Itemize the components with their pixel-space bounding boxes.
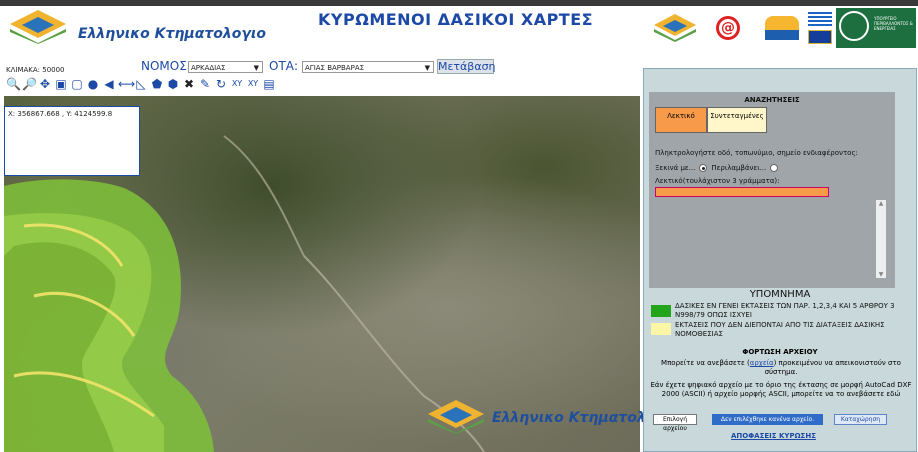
chevron-down-icon: ▼ — [253, 64, 259, 72]
ktimatologio-logo-icon — [10, 10, 66, 44]
chevron-down-icon[interactable]: ▼ — [876, 271, 886, 278]
search-results-scrollbar[interactable]: ▲ ▼ — [876, 200, 886, 278]
ministry-text: ΥΠΟΥΡΓΕΙΟ ΠΕΡΙΒΑΛΛΟΝΤΟΣ & ΕΝΕΡΓΕΙΑΣ — [874, 16, 913, 31]
upload-instructions: Εάν έχετε ψηφιακό αρχείο με το όριο της … — [650, 381, 912, 398]
legend-item-nonforest: ΕΚΤΑΣΕΙΣ ΠΟΥ ΔΕΝ ΔΙΕΠΟΝΤΑΙ ΑΠΟ ΤΙΣ ΔΙΑΤΑ… — [675, 321, 885, 338]
legend-swatch-forest — [651, 305, 671, 317]
zoom-in-icon[interactable]: 🔍 — [6, 77, 21, 91]
tab-coordinates-label: Συντεταγμένες — [710, 112, 764, 120]
radio-contains-label: Περιλαμβάνει... — [711, 164, 767, 172]
espa-logo-icon — [762, 12, 802, 48]
tab-coordinates[interactable]: Συντεταγμένες — [707, 107, 767, 133]
zoom-extent-icon[interactable]: ▢ — [70, 77, 84, 91]
edit-icon[interactable]: ✎ — [198, 77, 212, 91]
goto-button[interactable]: Μετάβαση — [437, 59, 496, 74]
files-link[interactable]: αρχεία — [750, 359, 774, 367]
measure-area-icon[interactable]: ◺ — [134, 77, 148, 91]
nomos-label: ΝΟΜΟΣ: — [141, 59, 191, 73]
map-toolbar: 🔍 🔎 ✥ ▣ ▢ ● ◀ ⟷ ◺ ⬟ ⬢ ✖ ✎ ↻ XY XY ▤ — [6, 77, 276, 93]
tab-text-search[interactable]: Λεκτικό — [655, 107, 707, 133]
e-gov-logo-icon: @ — [708, 14, 752, 44]
submit-button[interactable]: Καταχώρηση — [834, 414, 887, 425]
search-input[interactable] — [655, 187, 829, 197]
radio-starts-label: Ξεκινά με... — [655, 164, 696, 172]
refresh-icon[interactable]: ↻ — [214, 77, 228, 91]
nomos-select[interactable]: ΑΡΚΑΔΙΑΣ ▼ — [188, 61, 263, 73]
search-title: ΑΝΑΖΗΤΗΣΕΙΣ — [744, 96, 800, 104]
measure-distance-icon[interactable]: ⟷ — [118, 77, 135, 91]
nomos-select-value: ΑΡΚΑΔΙΑΣ — [191, 64, 226, 72]
zoom-box-icon[interactable]: ▣ — [54, 77, 68, 91]
choose-file-button[interactable]: Επιλογή αρχείου — [653, 414, 697, 432]
upload-title: ΦΟΡΤΩΣΗ ΑΡΧΕΙΟΥ — [742, 348, 818, 356]
pan-icon[interactable]: ✥ — [38, 77, 52, 91]
upload-text-a: Μπορείτε να ανεβάσετε ( — [661, 359, 750, 367]
zoom-out-icon[interactable]: 🔎 — [22, 77, 37, 91]
clear-icon[interactable]: ✖ — [182, 77, 196, 91]
radio-contains[interactable] — [770, 164, 779, 172]
legend-title: ΥΠΟΜΝΗΜΑ — [749, 289, 811, 300]
decisions-link[interactable]: ΑΠΟΦΑΣΕΙΣ ΚΥΡΩΣΗΣ — [731, 432, 816, 440]
greek-flag-icon — [808, 12, 834, 46]
search-mode: Ξεκινά με... Περιλαμβάνει... — [655, 164, 779, 172]
chevron-up-icon[interactable]: ▲ — [876, 200, 886, 207]
page-title: ΚΥΡΩΜΕΝΟΙ ΔΑΣΙΚΟΙ ΧΑΡΤΕΣ — [318, 10, 594, 29]
upload-description: Μπορείτε να ανεβάσετε (αρχεία) προκειμέν… — [650, 359, 912, 377]
logo-text: Ελληνικο Κτηματολογιο — [78, 26, 266, 42]
back-icon[interactable]: ◀ — [102, 77, 116, 91]
ota-select-value: ΑΓΙΑΣ ΒΑΡΒΑΡΑΣ — [305, 64, 365, 72]
search-description: Πληκτρολογήστε οδό, τοπωνύμιο, σημείο εν… — [655, 149, 858, 157]
legend-swatch-nonforest — [651, 323, 671, 335]
ota-label: ΟΤΑ: — [269, 59, 299, 73]
identify-icon[interactable]: ● — [86, 77, 100, 91]
no-file-label: Δεν επιλέχθηκε κανένα αρχείο. — [712, 414, 823, 425]
print-icon[interactable]: ▤ — [262, 77, 276, 91]
search-input-label: Λεκτικό(τουλάχιστον 3 γράμματα): — [655, 177, 780, 185]
xy-search-icon[interactable]: XY — [246, 77, 260, 91]
ktimatologio-small-logo-icon — [654, 14, 696, 42]
coordinates-box: X: 356867.668 , Y: 4124599.8 — [4, 106, 140, 176]
ministry-logo: ΥΠΟΥΡΓΕΙΟ ΠΕΡΙΒΑΛΛΟΝΤΟΣ & ΕΝΕΡΓΕΙΑΣ — [836, 8, 916, 48]
tab-text-label: Λεκτικό — [667, 112, 695, 120]
xy-icon[interactable]: XY — [230, 77, 244, 91]
map-watermark-logo-icon — [428, 400, 484, 434]
coordinates-readout: X: 356867.668 , Y: 4124599.8 — [8, 110, 113, 118]
scale-label: ΚΛΙΜΑΚΑ: 50000 — [6, 66, 65, 74]
radio-starts-with[interactable] — [699, 164, 708, 172]
plot-icon[interactable]: ⬢ — [166, 77, 180, 91]
ota-select[interactable]: ΑΓΙΑΣ ΒΑΡΒΑΡΑΣ ▼ — [302, 61, 434, 73]
legend-item-forest: ΔΑΣΙΚΕΣ ΕΝ ΓΕΝΕΙ ΕΚΤΑΣΕΙΣ ΤΩΝ ΠΑΡ. 1,2,3… — [675, 302, 895, 319]
polygon-icon[interactable]: ⬟ — [150, 77, 164, 91]
upload-text-b: ) προκειμένου να απεικονιστούν στο σύστη… — [764, 359, 901, 376]
chevron-down-icon: ▼ — [424, 64, 430, 72]
